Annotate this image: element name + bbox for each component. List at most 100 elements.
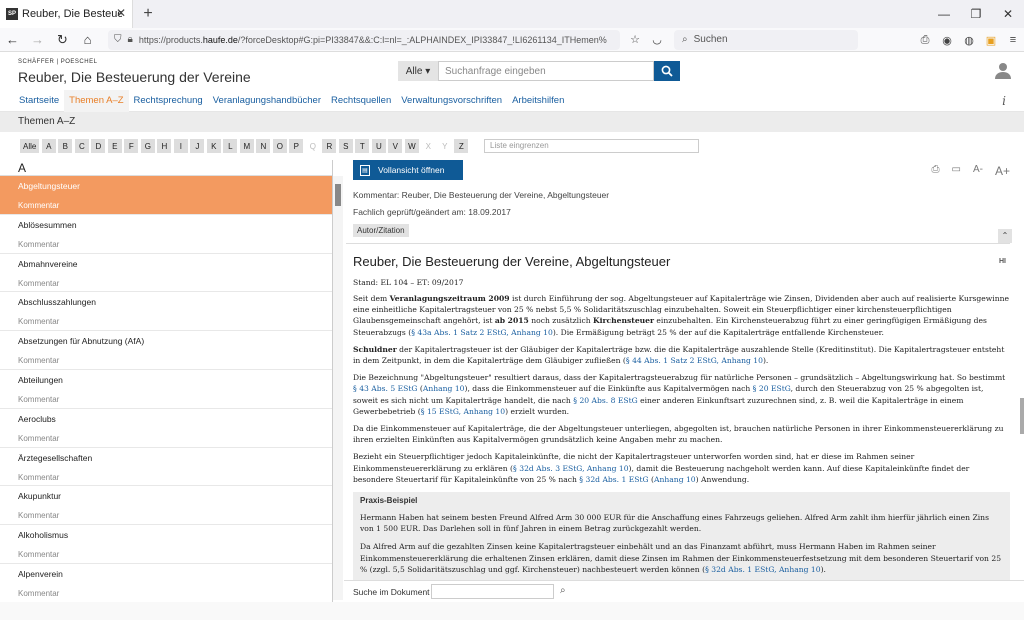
letter-filter-button[interactable]: N [256,139,271,153]
law-reference-link[interactable]: § 44 Abs. 1 Satz 2 EStG, Anhang 10 [626,356,763,365]
letter-filter-button[interactable]: C [74,139,89,153]
doc-search-input[interactable] [431,584,554,599]
letter-filter-button[interactable]: A [41,139,56,153]
letter-filter-button[interactable]: W [404,139,419,153]
letter-filter-button[interactable]: G [140,139,155,153]
vpn-icon[interactable]: ◍ [958,34,980,47]
product-title[interactable]: Reuber, Die Besteuerung der Vereine [18,69,251,85]
letter-filter-button[interactable]: F [124,139,139,153]
nav-item[interactable]: Themen A–Z [64,89,129,112]
address-bar[interactable]: ⛉ 🔒︎ https://products. haufe.de/?forceDes… [108,29,620,50]
close-window-icon[interactable]: ✕ [992,0,1024,28]
letter-filter-button[interactable]: I [173,139,188,153]
topic-list-item[interactable]: Aeroclubs Kommentar [0,409,332,448]
list-filter-input[interactable]: Liste eingrenzen [484,139,699,153]
letter-filter-button[interactable]: V [388,139,403,153]
browser-tab[interactable]: SP Reuber, Die Besteuerung der Vereine ✕ [0,0,133,28]
law-reference-link[interactable]: § 15 EStG, Anhang 10 [421,407,505,416]
bookmark-star-icon[interactable]: ☆ [624,33,646,46]
new-tab-icon[interactable]: + [133,5,163,23]
law-reference-link[interactable]: § 20 Abs. 8 EStG [573,396,637,405]
law-reference-link[interactable]: § 32d Abs. 3 EStG, Anhang 10 [513,464,629,473]
shield-icon[interactable]: ⛉ [114,34,122,45]
letter-filter-button[interactable]: E [107,139,122,153]
home-icon[interactable]: ⌂ [75,32,100,47]
practice-example-heading: Praxis-Beispiel [360,496,418,506]
document-scroll-thumb[interactable] [1020,398,1024,434]
menu-icon[interactable]: ≡ [1002,34,1024,46]
letter-filter-button[interactable]: Z [454,139,469,153]
open-full-view-button[interactable]: ▤ Vollansicht öffnen [353,160,463,180]
law-reference-link[interactable]: Anhang 10 [654,475,696,484]
topic-list-item[interactable]: Abmahnvereine Kommentar [0,254,332,293]
letter-filter-button[interactable]: M [239,139,254,153]
horizontal-scrollbar[interactable] [0,602,1024,620]
law-reference-link[interactable]: § 32d Abs. 1 EStG [579,475,648,484]
letter-filter-button[interactable]: T [355,139,370,153]
letter-filter-button[interactable]: Alle [20,139,40,153]
nav-item[interactable]: Veranlagungshandbücher [208,90,326,112]
site-search-input[interactable]: Suchanfrage eingeben [438,61,654,81]
nav-item[interactable]: Verwaltungsvorschriften [396,90,507,112]
letter-filter-button[interactable]: D [91,139,106,153]
doc-search-icon[interactable]: ⌕ [560,585,566,596]
topic-list-item[interactable]: Alkoholismus Kommentar [0,525,332,564]
letter-filter-button[interactable]: P [289,139,304,153]
scroll-thumb[interactable] [335,184,341,206]
topic-list-item[interactable]: Ärztegesellschaften Kommentar [0,448,332,487]
topic-list-item[interactable]: Akupunktur Kommentar [0,486,332,526]
topic-list-item[interactable]: Ablösesummen Kommentar [0,215,332,254]
letter-filter-button[interactable]: J [190,139,205,153]
letter-filter-button[interactable]: U [371,139,386,153]
collapse-icon[interactable]: ⌃ [998,229,1012,243]
forward-icon[interactable]: → [25,32,50,47]
restore-icon[interactable]: ❐ [960,0,992,28]
letter-filter-button[interactable]: K [206,139,221,153]
topic-list-item[interactable]: Absetzungen für Abnutzung (AfA) Kommentar [0,331,332,370]
topic-list-item[interactable]: Alpenverein Kommentar [0,564,332,602]
author-citation-button[interactable]: Autor/Zitation [353,224,409,237]
letter-filter-button[interactable]: L [223,139,238,153]
law-reference-link[interactable]: § 43a Abs. 1 Satz 2 EStG, Anhang 10 [411,328,553,337]
lock-icon[interactable]: 🔒︎ [128,34,133,45]
pocket-icon[interactable]: ◡ [646,33,668,46]
font-smaller-icon[interactable]: A- [973,164,983,178]
paragraph: Schuldner der Kapitalertragsteuer ist de… [353,344,1010,366]
info-icon[interactable]: i [1002,94,1006,108]
minimize-icon[interactable]: — [928,0,960,28]
user-avatar-icon[interactable] [994,61,1012,79]
font-larger-icon[interactable]: A+ [995,164,1010,178]
letter-filter-button[interactable]: R [322,139,337,153]
print-doc-icon[interactable]: ⎙ [932,164,940,178]
tab-close-icon[interactable]: ✕ [116,6,126,20]
letter-filter-button[interactable]: S [338,139,353,153]
letter-filter-button[interactable]: H [157,139,172,153]
law-reference-link[interactable]: § 32d Abs. 1 EStG, Anhang 10 [705,565,821,574]
law-reference-link[interactable]: § 43 Abs. 5 EStG [353,384,417,393]
window-controls: — ❐ ✕ [928,0,1024,28]
save-doc-icon[interactable]: ▭ [952,164,961,178]
nav-item[interactable]: Startseite [14,90,64,112]
letter-filter-button[interactable]: O [272,139,287,153]
print-icon[interactable]: ⎙ [914,34,936,47]
topic-list-item[interactable]: Abteilungen Kommentar [0,370,332,409]
law-reference-link[interactable]: § 20 EStG [753,384,791,393]
extension-orange-icon[interactable]: ▣ [980,34,1002,47]
browser-search-field[interactable]: ⌕ Suchen [674,29,858,50]
browser-toolbar-right: ⎙ ◉ ◍ ▣ ≡ [914,28,1024,52]
extension-icon[interactable]: ◉ [936,34,958,47]
nav-item[interactable]: Rechtsprechung [129,90,208,112]
browser-tabbar: SP Reuber, Die Besteuerung der Vereine ✕… [0,0,1024,28]
site-search-button[interactable] [654,61,680,81]
topic-list-item[interactable]: Abschlusszahlungen Kommentar [0,292,332,332]
search-scope-dropdown[interactable]: Alle ▾ [398,61,438,81]
nav-item[interactable]: Rechtsquellen [326,90,396,112]
law-reference-link[interactable]: Anhang 10 [423,384,465,393]
letter-filter-button[interactable]: B [58,139,73,153]
reload-icon[interactable]: ↻ [50,32,75,48]
topic-list-scrollbar[interactable] [333,176,343,600]
topic-list-item[interactable]: Abgeltungsteuer Kommentar [0,176,332,215]
publisher-logo[interactable]: SCHÄFFER | POESCHEL [18,59,97,65]
nav-item[interactable]: Arbeitshilfen [507,90,569,112]
back-icon[interactable]: ← [0,32,25,47]
